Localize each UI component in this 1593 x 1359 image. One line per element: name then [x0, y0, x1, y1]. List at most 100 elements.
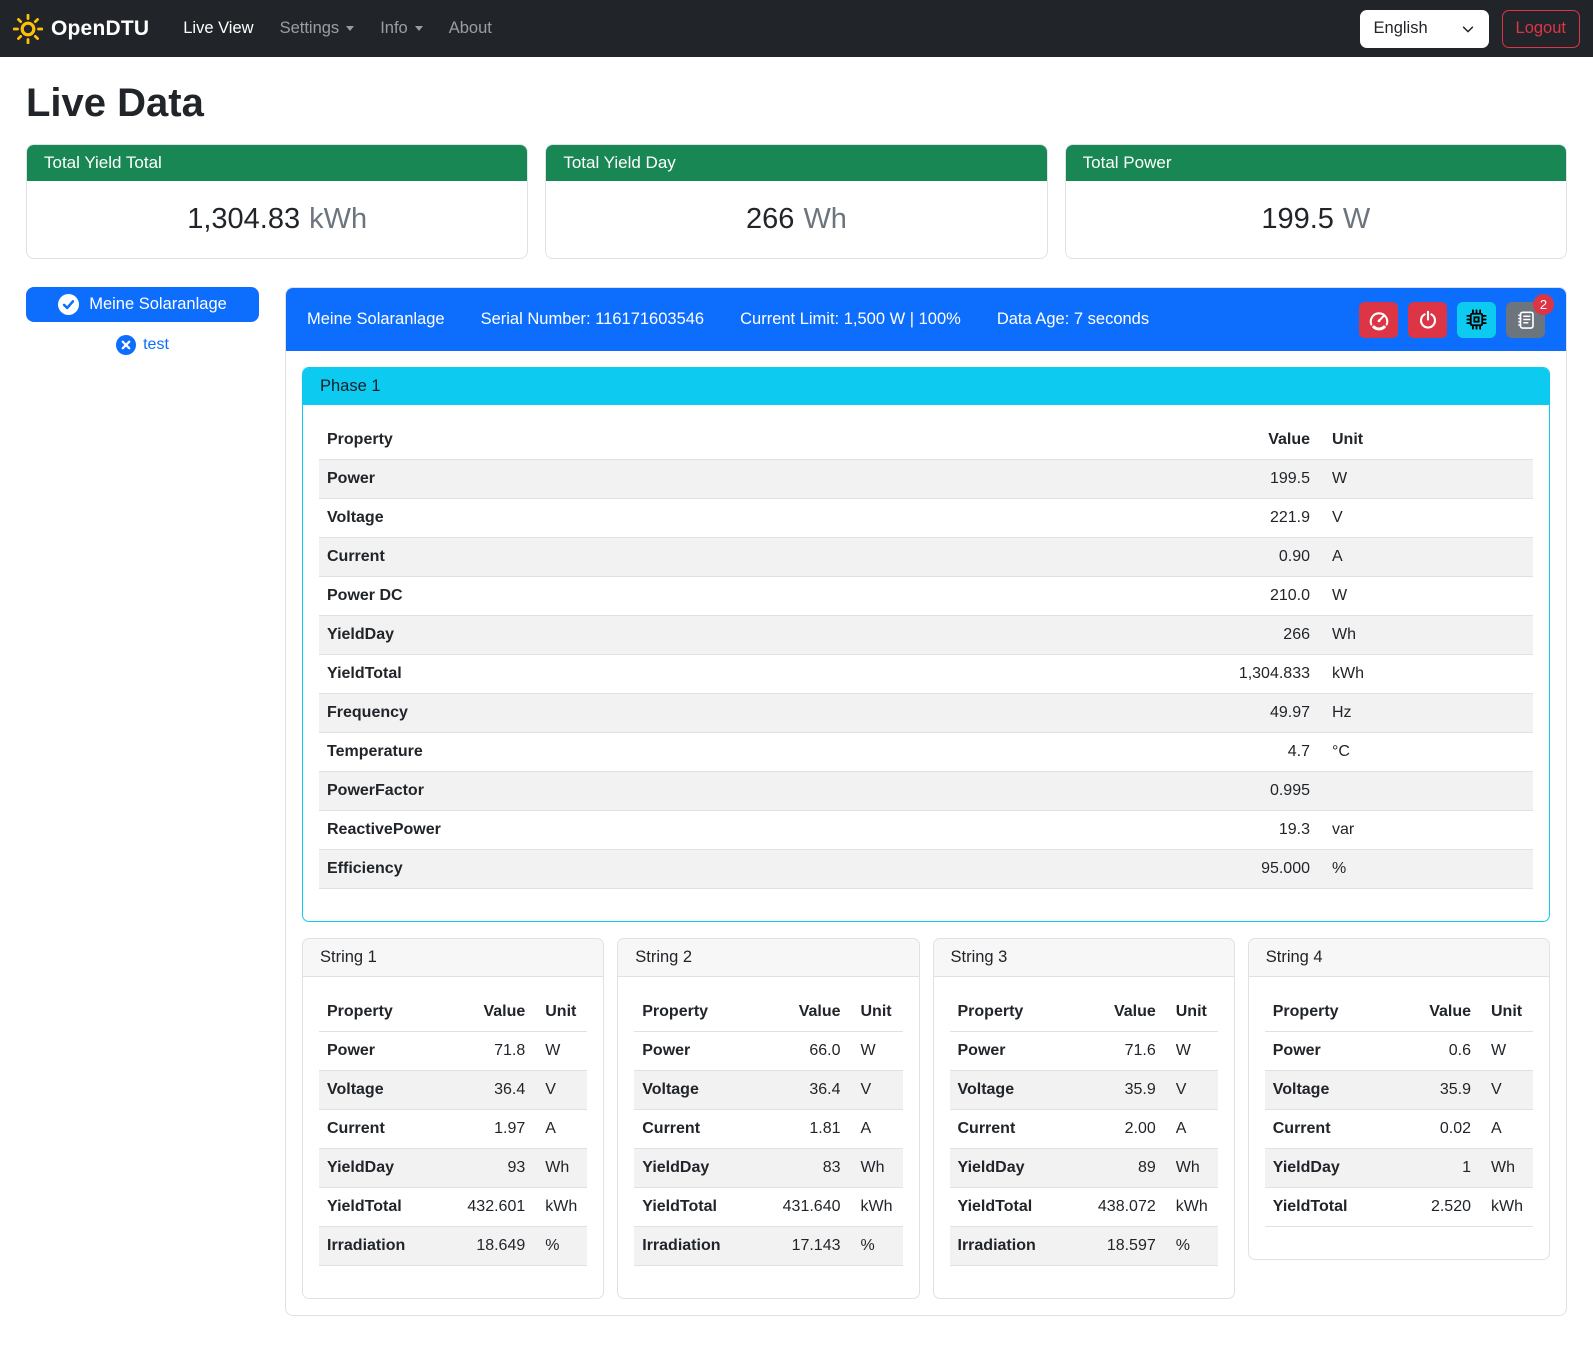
- string-1-table: Property Value Unit Power71.8WVoltage36.…: [319, 993, 587, 1266]
- device-info-button[interactable]: [1457, 302, 1496, 338]
- inverter-sidebar: Meine Solaranlage test: [26, 287, 259, 355]
- power-toggle-button[interactable]: [1408, 302, 1447, 338]
- nav-item-live-view[interactable]: Live View: [173, 11, 263, 46]
- nav-item-info[interactable]: Info: [370, 11, 433, 46]
- cell-prop: Power: [950, 1032, 1076, 1071]
- cell-unit: V: [1318, 499, 1533, 538]
- cell-prop: Temperature: [319, 733, 1198, 772]
- cell-unit: Wh: [533, 1149, 587, 1188]
- cell-unit: var: [1318, 811, 1533, 850]
- cell-val: 210.0: [1198, 577, 1318, 616]
- table-row: Temperature4.7°C: [319, 733, 1533, 772]
- inverter-body: Phase 1 Property Value Unit Power199.5WV…: [286, 351, 1566, 1315]
- table-row: Irradiation18.597%: [950, 1227, 1218, 1266]
- cell-prop: YieldTotal: [319, 1188, 445, 1227]
- nav-item-settings[interactable]: Settings: [270, 11, 365, 46]
- journal-icon: [1516, 310, 1536, 330]
- cell-unit: kWh: [1318, 655, 1533, 694]
- cell-val: 83: [761, 1149, 849, 1188]
- string-1-card: String 1 Property Value Unit: [302, 938, 604, 1299]
- cell-val: 89: [1076, 1149, 1164, 1188]
- cell-unit: Wh: [849, 1149, 903, 1188]
- nav-item-about[interactable]: About: [439, 11, 502, 46]
- card-value-row: 199.5W: [1066, 181, 1566, 258]
- cell-unit: kWh: [533, 1188, 587, 1227]
- cell-val: 221.9: [1198, 499, 1318, 538]
- table-row: Current0.90A: [319, 538, 1533, 577]
- table-row: Irradiation18.649%: [319, 1227, 587, 1266]
- brand[interactable]: OpenDTU: [13, 14, 149, 44]
- phase-table: Property Value Unit Power199.5WVoltage22…: [319, 421, 1533, 889]
- cell-val: 2.520: [1391, 1188, 1479, 1227]
- cell-val: 432.601: [445, 1188, 533, 1227]
- cell-val: 35.9: [1076, 1071, 1164, 1110]
- column-header-unit: Unit: [533, 993, 587, 1032]
- cell-val: 266: [1198, 616, 1318, 655]
- table-row: ReactivePower19.3var: [319, 811, 1533, 850]
- cell-prop: YieldDay: [319, 1149, 445, 1188]
- cell-prop: Efficiency: [319, 850, 1198, 889]
- cell-val: 199.5: [1198, 460, 1318, 499]
- cell-val: 1,304.833: [1198, 655, 1318, 694]
- card-title: Total Power: [1066, 145, 1566, 181]
- card-unit: W: [1343, 203, 1370, 235]
- limit-settings-button[interactable]: [1359, 302, 1398, 338]
- cell-unit: V: [1164, 1071, 1218, 1110]
- cell-unit: [1318, 772, 1533, 811]
- cell-val: 36.4: [761, 1071, 849, 1110]
- cell-unit: kWh: [849, 1188, 903, 1227]
- table-row: Power DC210.0W: [319, 577, 1533, 616]
- column-header-value: Value: [1198, 421, 1318, 460]
- cell-prop: YieldDay: [950, 1149, 1076, 1188]
- table-row: Voltage35.9V: [1265, 1071, 1533, 1110]
- inverter-name: Meine Solaranlage: [307, 310, 445, 329]
- cell-val: 19.3: [1198, 811, 1318, 850]
- cell-unit: %: [1318, 850, 1533, 889]
- column-header-unit: Unit: [849, 993, 903, 1032]
- cell-unit: Wh: [1479, 1149, 1533, 1188]
- event-log-button[interactable]: 2: [1506, 302, 1545, 338]
- string-3-table: Property Value Unit Power71.6WVoltage35.…: [950, 993, 1218, 1266]
- table-row: Voltage221.9V: [319, 499, 1533, 538]
- cell-prop: PowerFactor: [319, 772, 1198, 811]
- table-row: YieldTotal432.601kWh: [319, 1188, 587, 1227]
- test-inverter-label: test: [143, 336, 169, 354]
- table-row: YieldDay93Wh: [319, 1149, 587, 1188]
- cell-val: 71.8: [445, 1032, 533, 1071]
- table-row: YieldTotal431.640kWh: [634, 1188, 902, 1227]
- cell-unit: °C: [1318, 733, 1533, 772]
- string-2-table: Property Value Unit Power66.0WVoltage36.…: [634, 993, 902, 1266]
- serial-number: Serial Number: 116171603546: [481, 310, 705, 329]
- summary-cards-row: Total Yield Total 1,304.83kWh Total Yiel…: [26, 144, 1567, 259]
- cell-val: 431.640: [761, 1188, 849, 1227]
- cell-val: 18.597: [1076, 1227, 1164, 1266]
- sidebar-inverter-button[interactable]: Meine Solaranlage: [26, 287, 259, 322]
- cell-val: 0.995: [1198, 772, 1318, 811]
- cell-prop: Irradiation: [950, 1227, 1076, 1266]
- table-row: Current1.97A: [319, 1110, 587, 1149]
- logout-button[interactable]: Logout: [1502, 10, 1580, 48]
- cell-prop: YieldTotal: [634, 1188, 760, 1227]
- cell-unit: W: [1318, 577, 1533, 616]
- card-value: 1,304.83: [187, 203, 300, 235]
- language-select[interactable]: English: [1360, 10, 1489, 48]
- table-row: Power66.0W: [634, 1032, 902, 1071]
- string-title: String 3: [934, 939, 1234, 977]
- cell-unit: W: [533, 1032, 587, 1071]
- chevron-down-icon: [1461, 22, 1475, 36]
- inverter-card: Meine Solaranlage Serial Number: 1161716…: [285, 287, 1567, 1316]
- cell-unit: A: [533, 1110, 587, 1149]
- table-row: PowerFactor0.995: [319, 772, 1533, 811]
- table-row: YieldDay83Wh: [634, 1149, 902, 1188]
- column-header-unit: Unit: [1318, 421, 1533, 460]
- check-circle-icon: [58, 294, 79, 315]
- cell-unit: A: [1479, 1110, 1533, 1149]
- column-header-value: Value: [1391, 993, 1479, 1032]
- cell-prop: Power: [319, 460, 1198, 499]
- cell-unit: %: [1164, 1227, 1218, 1266]
- string-3-card: String 3 Property Value Unit: [933, 938, 1235, 1299]
- cell-unit: W: [1479, 1032, 1533, 1071]
- cell-prop: Voltage: [950, 1071, 1076, 1110]
- table-row: Voltage35.9V: [950, 1071, 1218, 1110]
- sidebar-item-test[interactable]: test: [26, 335, 259, 355]
